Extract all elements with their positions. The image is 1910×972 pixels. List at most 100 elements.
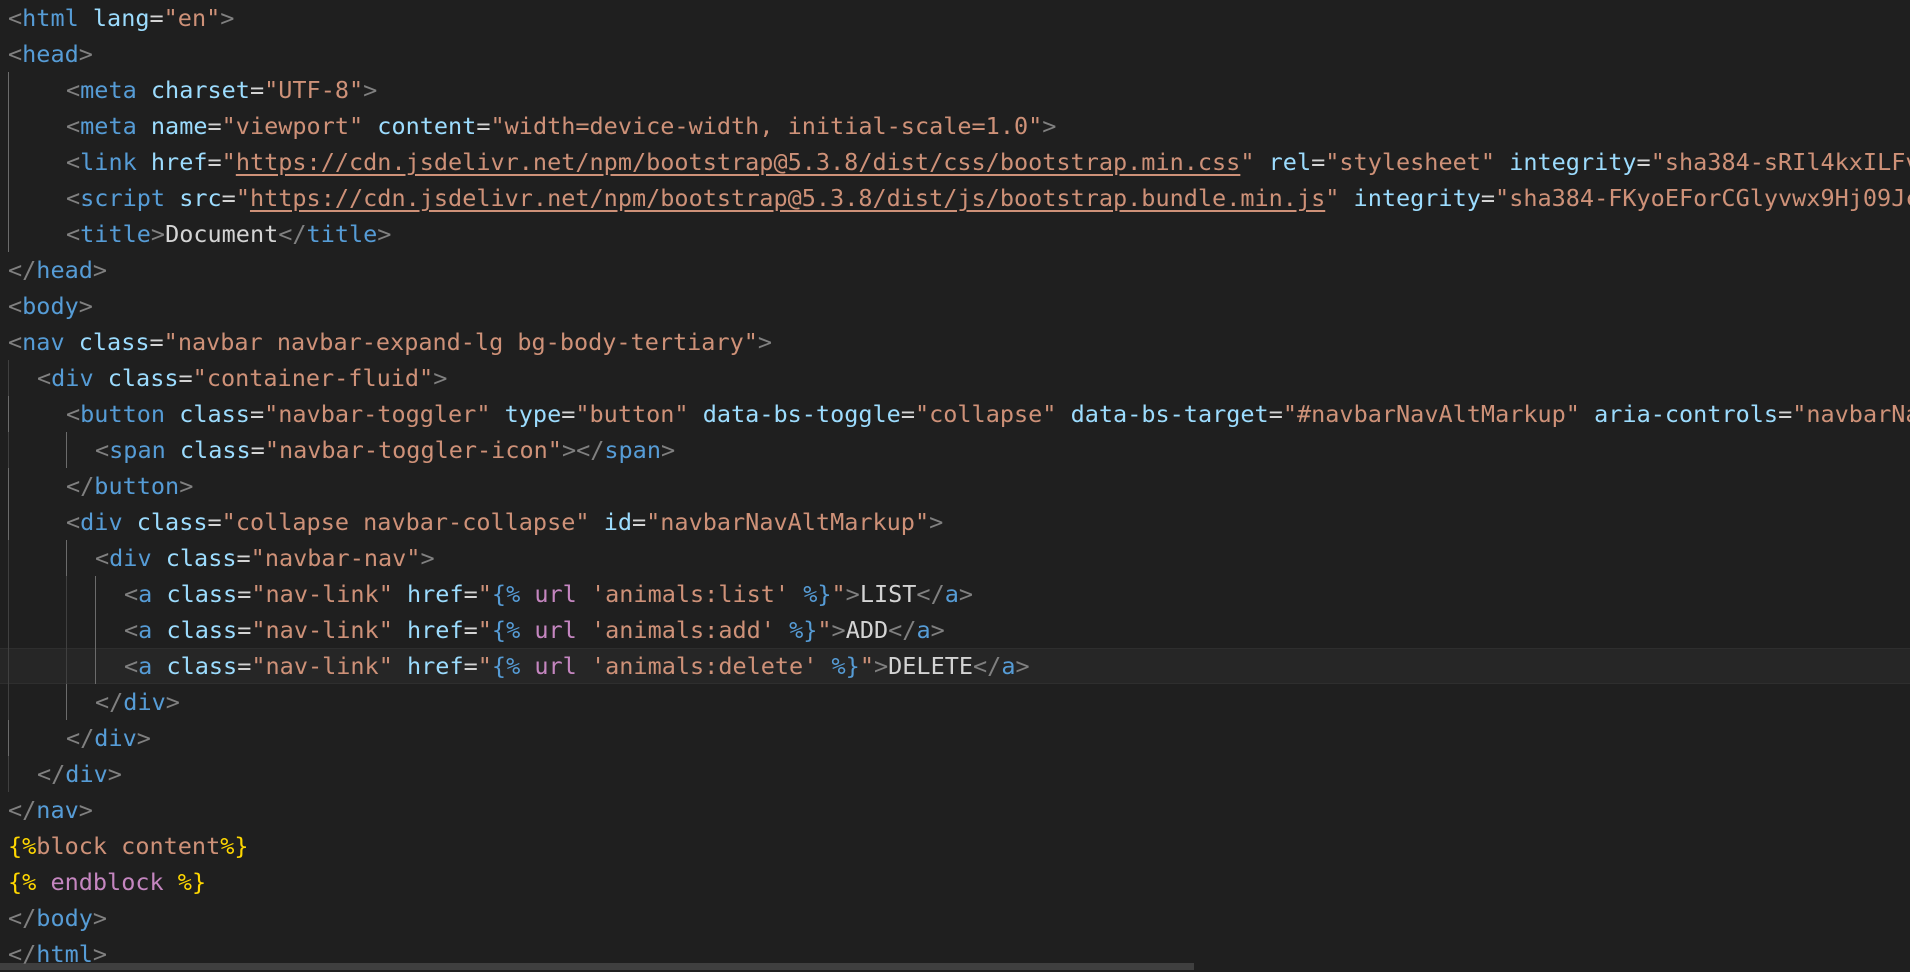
code-token: < — [8, 4, 23, 32]
code-token: "sha384-sRIl4kxILFvY47J16cr9ZwB07vP4J8+L… — [1650, 148, 1910, 176]
code-text: <span class="navbar-toggler-icon"></span… — [95, 432, 675, 468]
horizontal-scrollbar[interactable] — [0, 963, 1194, 970]
code-token: < — [66, 400, 81, 428]
code-text: </div> — [66, 720, 151, 756]
code-text: <head> — [8, 36, 93, 72]
code-token: body — [36, 904, 93, 932]
code-token: = — [237, 580, 252, 608]
code-token: " — [477, 580, 492, 608]
code-line[interactable]: </div> — [0, 756, 1910, 792]
code-token: = — [207, 148, 222, 176]
indent-guide — [8, 468, 9, 504]
code-token: > — [78, 292, 93, 320]
code-token: url — [534, 616, 577, 644]
code-line[interactable]: <html lang="en"> — [0, 0, 1910, 36]
code-token: content — [377, 112, 477, 140]
code-line[interactable]: <div class="navbar-nav"> — [0, 540, 1910, 576]
code-line[interactable]: </button> — [0, 468, 1910, 504]
code-token: "navbar navbar-expand-lg bg-body-tertiar… — [163, 328, 758, 356]
code-token: </ — [66, 472, 95, 500]
indent-guide — [8, 756, 9, 792]
code-token: url — [534, 652, 577, 680]
code-line[interactable]: </div> — [0, 720, 1910, 756]
code-token: div — [123, 688, 166, 716]
code-text: <a class="nav-link" href="{% url 'animal… — [124, 576, 973, 612]
indent-guide — [8, 144, 9, 180]
code-line[interactable]: <div class="collapse navbar-collapse" id… — [0, 504, 1910, 540]
code-line[interactable]: <div class="container-fluid"> — [0, 360, 1910, 396]
code-line[interactable]: <meta charset="UTF-8"> — [0, 72, 1910, 108]
code-text: <script src="https://cdn.jsdelivr.net/np… — [66, 180, 1910, 216]
code-token: src — [179, 184, 222, 212]
code-token: lang — [92, 4, 150, 32]
code-token: = — [250, 436, 265, 464]
code-token: < — [66, 184, 81, 212]
code-token: > — [377, 220, 392, 248]
code-line[interactable]: <a class="nav-link" href="{% url 'animal… — [0, 648, 1910, 684]
code-token: body — [22, 292, 79, 320]
code-token: < — [8, 40, 23, 68]
code-token: > — [1042, 112, 1057, 140]
code-line[interactable]: <span class="navbar-toggler-icon"></span… — [0, 432, 1910, 468]
code-line[interactable]: <body> — [0, 288, 1910, 324]
code-token: < — [66, 220, 81, 248]
code-line[interactable]: <meta name="viewport" content="width=dev… — [0, 108, 1910, 144]
code-line[interactable]: </div> — [0, 684, 1910, 720]
code-token: span — [109, 436, 166, 464]
code-token: head — [22, 40, 79, 68]
code-token: Document — [165, 220, 279, 248]
code-line[interactable]: {% endblock %} — [0, 864, 1910, 900]
code-token: > — [107, 760, 122, 788]
code-token: %} — [831, 652, 860, 680]
code-line[interactable]: <nav class="navbar navbar-expand-lg bg-b… — [0, 324, 1910, 360]
code-text: </button> — [66, 468, 193, 504]
code-token: " — [477, 652, 492, 680]
code-line[interactable]: <a class="nav-link" href="{% url 'animal… — [0, 576, 1910, 612]
code-line[interactable]: </nav> — [0, 792, 1910, 828]
code-line[interactable]: </head> — [0, 252, 1910, 288]
code-line[interactable]: <head> — [0, 36, 1910, 72]
code-line[interactable]: <button class="navbar-toggler" type="but… — [0, 396, 1910, 432]
code-token: a — [1001, 652, 1016, 680]
code-line[interactable]: <a class="nav-link" href="{% url 'animal… — [0, 612, 1910, 648]
code-token: = — [249, 400, 265, 428]
code-line[interactable]: <script src="https://cdn.jsdelivr.net/np… — [0, 180, 1910, 216]
indent-guide — [8, 72, 9, 108]
code-line[interactable]: {%block content%} — [0, 828, 1910, 864]
code-token: class — [165, 544, 237, 572]
code-line[interactable]: <title>Document</title> — [0, 216, 1910, 252]
code-token: > — [757, 328, 773, 356]
code-token: "nav-link" — [251, 580, 393, 608]
code-token: "navbar-toggler-icon" — [264, 436, 562, 464]
code-text: <div class="navbar-nav"> — [95, 540, 435, 576]
code-token: = — [631, 508, 647, 536]
code-token: </ — [66, 724, 95, 752]
code-token: > — [220, 4, 235, 32]
code-token: {% — [8, 868, 37, 896]
indent-guide — [95, 648, 96, 684]
code-token: < — [124, 580, 139, 608]
code-editor[interactable]: <html lang="en"> <head> <meta charset="UTF… — [0, 0, 1910, 970]
code-token: > — [363, 76, 378, 104]
code-line[interactable]: </body> — [0, 900, 1910, 936]
code-line[interactable]: <link href="https://cdn.jsdelivr.net/npm… — [0, 144, 1910, 180]
code-text: <nav class="navbar navbar-expand-lg bg-b… — [8, 324, 772, 360]
code-token: 'animals:delete' — [590, 652, 818, 680]
code-token: "nav-link" — [251, 616, 393, 644]
code-token: </ — [8, 904, 37, 932]
code-token: "collapse navbar-collapse" — [221, 508, 590, 536]
code-token: "button" — [575, 400, 689, 428]
code-token: charset — [150, 76, 250, 104]
code-text: <div class="container-fluid"> — [37, 360, 447, 396]
code-token: > — [78, 796, 93, 824]
code-token: "container-fluid" — [192, 364, 434, 392]
code-token: {% — [491, 616, 521, 644]
indent-guide — [8, 180, 9, 216]
